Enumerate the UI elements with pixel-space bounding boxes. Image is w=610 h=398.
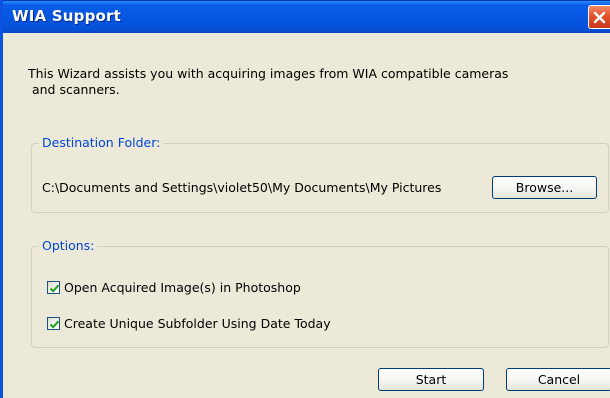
create-subfolder-label: Create Unique Subfolder Using Date Today bbox=[64, 315, 331, 331]
checkmark-icon bbox=[49, 320, 60, 329]
options-legend: Options: bbox=[39, 238, 98, 254]
window-title: WIA Support bbox=[12, 7, 121, 25]
intro-line-1: This Wizard assists you with acquiring i… bbox=[28, 66, 509, 81]
destination-folder-legend: Destination Folder: bbox=[39, 135, 164, 151]
title-bar[interactable]: WIA Support bbox=[3, 0, 610, 33]
wia-support-dialog: WIA Support This Wizard assists you with… bbox=[0, 0, 610, 398]
destination-path: C:\Documents and Settings\violet50\My Do… bbox=[42, 180, 442, 195]
create-subfolder-checkbox[interactable] bbox=[47, 316, 60, 330]
intro-text: This Wizard assists you with acquiring i… bbox=[28, 66, 548, 98]
open-in-photoshop-option[interactable]: Open Acquired Image(s) in Photoshop bbox=[47, 279, 301, 295]
intro-line-2: and scanners. bbox=[28, 82, 120, 97]
create-subfolder-option[interactable]: Create Unique Subfolder Using Date Today bbox=[47, 315, 331, 331]
browse-button[interactable]: Browse... bbox=[492, 176, 597, 199]
start-button[interactable]: Start bbox=[378, 368, 484, 391]
close-button[interactable] bbox=[588, 5, 610, 29]
checkmark-icon bbox=[49, 284, 60, 293]
options-group: Options: bbox=[31, 238, 609, 348]
open-in-photoshop-checkbox[interactable] bbox=[47, 280, 60, 294]
open-in-photoshop-label: Open Acquired Image(s) in Photoshop bbox=[64, 279, 301, 295]
cancel-button[interactable]: Cancel bbox=[506, 368, 610, 391]
